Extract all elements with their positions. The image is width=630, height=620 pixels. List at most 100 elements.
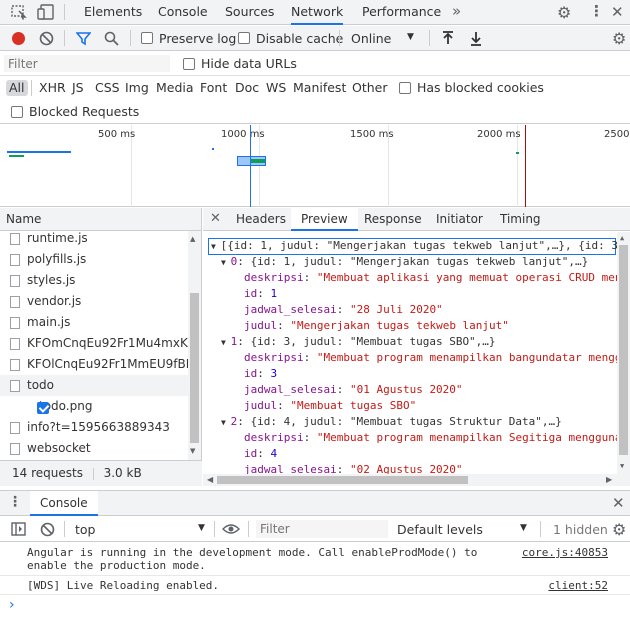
- tab-sources[interactable]: Sources: [225, 0, 274, 25]
- scrollbar-thumb[interactable]: [619, 245, 628, 455]
- scroll-up-arrow-icon[interactable]: ▲: [190, 235, 195, 243]
- request-row[interactable]: todo.png: [0, 396, 188, 417]
- console-message-source-link[interactable]: core.js:40853: [522, 546, 608, 559]
- console-settings-gear-icon[interactable]: ⚙: [612, 520, 626, 539]
- inspect-element-icon[interactable]: [11, 5, 27, 20]
- json-item[interactable]: ▼ 1: {id: 3, judul: "Membuat tugas SBO",…: [221, 334, 496, 350]
- preview-vertical-scrollbar[interactable]: ▲ ▼: [617, 232, 630, 474]
- clear-console-icon[interactable]: [40, 522, 55, 537]
- overview-tick-label: 1500 ms: [350, 129, 394, 140]
- scroll-right-arrow-icon[interactable]: ▶: [606, 475, 612, 484]
- scroll-left-arrow-icon[interactable]: ◀: [207, 475, 213, 484]
- type-filter-js[interactable]: JS: [72, 80, 84, 95]
- log-levels-select[interactable]: Default levels: [397, 522, 483, 537]
- drawer-tab-bar: ⋮ Console ✕: [0, 490, 630, 516]
- tab-elements[interactable]: Elements: [84, 0, 142, 25]
- tab-preview[interactable]: Preview: [291, 208, 358, 231]
- import-har-icon[interactable]: [441, 31, 455, 46]
- hide-data-urls-checkbox[interactable]: [183, 58, 195, 70]
- network-settings-gear-icon[interactable]: ⚙: [612, 29, 626, 48]
- console-message-source-link[interactable]: client:52: [548, 579, 608, 592]
- log-levels-dropdown-arrow-icon[interactable]: ▼: [520, 523, 527, 533]
- has-blocked-cookies-label: Has blocked cookies: [417, 80, 544, 95]
- clear-icon[interactable]: [39, 31, 54, 46]
- request-row[interactable]: runtime.js: [0, 231, 188, 249]
- request-row[interactable]: styles.js: [0, 270, 188, 291]
- scrollbar-thumb[interactable]: [190, 293, 199, 443]
- tab-console[interactable]: Console: [158, 0, 208, 25]
- network-overview-timeline[interactable]: 500 ms 1000 ms 1500 ms 2000 ms 2500: [0, 125, 630, 207]
- preserve-log-checkbox[interactable]: [141, 32, 153, 44]
- context-dropdown-arrow-icon[interactable]: ▼: [198, 523, 205, 533]
- type-filter-img[interactable]: Img: [125, 80, 149, 95]
- scrollbar-thumb[interactable]: [217, 476, 468, 484]
- console-filter-input[interactable]: [256, 520, 388, 538]
- preserve-log-label: Preserve log: [159, 31, 237, 46]
- throttling-select[interactable]: Online: [351, 31, 391, 46]
- more-tabs-icon[interactable]: »: [452, 2, 461, 20]
- preview-horizontal-scrollbar[interactable]: ◀ ▶: [203, 474, 630, 486]
- has-blocked-cookies-checkbox[interactable]: [399, 82, 411, 94]
- more-options-icon[interactable]: ⋮: [589, 2, 604, 20]
- show-sidebar-icon[interactable]: [11, 522, 26, 536]
- type-filter-other[interactable]: Other: [352, 80, 388, 95]
- request-row[interactable]: KFOmCnqEu92Fr1Mu4mxK...: [0, 333, 188, 354]
- json-root[interactable]: ▼ [{id: 1, judul: "Mengerjakan tugas tek…: [211, 238, 625, 254]
- request-row[interactable]: KFOlCnqEu92Fr1MmEU9fBB...: [0, 354, 188, 375]
- export-har-icon[interactable]: [469, 31, 483, 46]
- request-row[interactable]: polyfills.js: [0, 249, 188, 270]
- console-prompt[interactable]: ›: [0, 596, 630, 618]
- overview-bar: [7, 151, 71, 153]
- json-item[interactable]: ▼ 2: {id: 4, judul: "Membuat tugas Struk…: [221, 414, 562, 430]
- console-toolbar: top ▼ Default levels ▼ 1 hidden ⚙: [0, 517, 630, 542]
- tab-response[interactable]: Response: [364, 208, 422, 231]
- request-row[interactable]: todo: [0, 375, 188, 396]
- disable-cache-checkbox[interactable]: [238, 32, 250, 44]
- name-column-header[interactable]: Name: [0, 208, 201, 231]
- type-filter-font[interactable]: Font: [200, 80, 227, 95]
- close-detail-icon[interactable]: ✕: [210, 211, 221, 226]
- close-devtools-icon[interactable]: ✕: [611, 3, 624, 21]
- overview-tick-label: 2000 ms: [477, 129, 521, 140]
- type-filter-doc[interactable]: Doc: [235, 80, 259, 95]
- type-filter-all[interactable]: All: [6, 80, 28, 96]
- blocked-requests-bar: Blocked Requests: [0, 100, 630, 124]
- record-icon[interactable]: [12, 32, 25, 45]
- expand-triangle-icon: ▼: [221, 418, 231, 427]
- type-filter-media[interactable]: Media: [156, 80, 194, 95]
- settings-gear-icon[interactable]: ⚙: [557, 3, 571, 22]
- filter-funnel-icon[interactable]: [76, 31, 91, 46]
- request-row[interactable]: websocket: [0, 438, 188, 459]
- request-row[interactable]: info?t=1595663889343: [0, 417, 188, 438]
- live-expression-eye-icon[interactable]: [222, 523, 240, 535]
- scroll-down-arrow-icon[interactable]: ▼: [620, 462, 624, 470]
- tab-console-drawer[interactable]: Console: [30, 491, 98, 516]
- context-select[interactable]: top: [75, 522, 95, 537]
- json-field: jadwal_selesai: "28 Juli 2020": [244, 303, 443, 316]
- tab-network[interactable]: Network: [291, 0, 344, 25]
- tab-initiator[interactable]: Initiator: [436, 208, 483, 231]
- json-item[interactable]: ▼ 0: {id: 1, judul: "Mengerjakan tugas t…: [221, 254, 588, 270]
- request-list-scrollbar[interactable]: ▲ ▼: [188, 231, 201, 460]
- close-drawer-icon[interactable]: ✕: [612, 494, 625, 512]
- tab-headers[interactable]: Headers: [236, 208, 286, 231]
- throttling-dropdown-arrow-icon[interactable]: ▼: [407, 32, 414, 42]
- type-filter-manifest[interactable]: Manifest: [293, 80, 346, 95]
- search-icon[interactable]: [104, 31, 119, 46]
- tab-performance[interactable]: Performance: [362, 0, 441, 25]
- drawer-menu-icon[interactable]: ⋮: [8, 494, 22, 510]
- type-filter-xhr[interactable]: XHR: [39, 80, 66, 95]
- filter-input[interactable]: [4, 55, 170, 72]
- overview-bar: [516, 152, 519, 154]
- type-filter-ws[interactable]: WS: [266, 80, 286, 95]
- scroll-down-arrow-icon[interactable]: ▼: [190, 447, 195, 455]
- tab-timing[interactable]: Timing: [500, 208, 541, 231]
- scroll-up-arrow-icon[interactable]: ▲: [620, 234, 624, 242]
- blocked-requests-checkbox[interactable]: [11, 106, 23, 118]
- type-filter-css[interactable]: CSS: [95, 80, 120, 95]
- request-list: Name runtime.js polyfills.js styles.js v…: [0, 208, 202, 505]
- request-row[interactable]: main.js: [0, 312, 188, 333]
- json-field: judul: "Mengerjakan tugas tekweb lanjut": [244, 319, 509, 332]
- device-toolbar-icon[interactable]: [37, 4, 55, 20]
- request-row[interactable]: vendor.js: [0, 291, 188, 312]
